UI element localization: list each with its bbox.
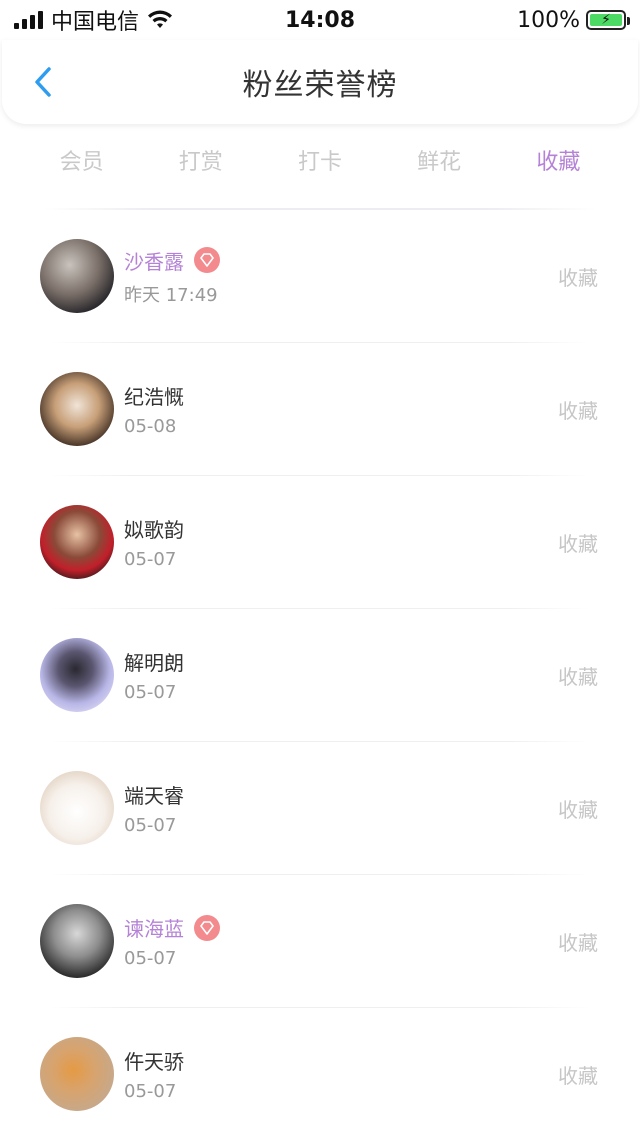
action-label: 收藏 xyxy=(558,265,598,290)
fan-name: 端天睿 xyxy=(124,784,184,808)
diamond-icon xyxy=(194,914,220,941)
tab-member[interactable]: 会员 xyxy=(32,144,132,176)
fan-date: 05-07 xyxy=(124,1081,177,1102)
charging-bolt-icon: ⚡ xyxy=(601,12,611,28)
fan-date: 05-07 xyxy=(124,682,177,703)
avatar xyxy=(40,505,114,579)
avatar xyxy=(40,1037,114,1111)
action-label: 收藏 xyxy=(558,1063,598,1088)
status-left: 中国电信 xyxy=(14,4,173,36)
fan-name: 仵天骄 xyxy=(124,1050,184,1074)
avatar xyxy=(40,239,114,313)
signal-icon xyxy=(14,11,43,29)
tab-tip[interactable]: 打赏 xyxy=(151,144,251,176)
fan-name: 解明朗 xyxy=(124,651,184,675)
action-label: 收藏 xyxy=(558,664,598,689)
status-bar: 中国电信 14:08 100% ⚡ xyxy=(0,0,640,40)
diamond-icon xyxy=(194,247,220,273)
page-title: 粉丝荣誉榜 xyxy=(242,68,398,103)
list-item[interactable]: 姒歌韵 05-07 收藏 xyxy=(0,476,640,608)
fan-date: 05-07 xyxy=(124,815,177,836)
battery-percent: 100% xyxy=(517,7,580,33)
avatar xyxy=(40,904,114,978)
fan-name: 纪浩慨 xyxy=(124,385,184,409)
action-label: 收藏 xyxy=(558,531,598,556)
avatar xyxy=(40,771,114,845)
tab-favorites[interactable]: 收藏 xyxy=(508,144,608,176)
nav-bar: 粉丝荣誉榜 xyxy=(2,40,638,124)
battery-icon: ⚡ xyxy=(586,10,630,30)
status-right: 100% ⚡ xyxy=(517,7,630,33)
action-label: 收藏 xyxy=(558,398,598,423)
avatar xyxy=(40,638,114,712)
fan-name: 沙香露 xyxy=(124,249,184,274)
list-item[interactable]: 解明朗 05-07 收藏 xyxy=(0,609,640,741)
action-label: 收藏 xyxy=(558,797,598,822)
tab-flowers[interactable]: 鲜花 xyxy=(389,144,489,176)
wifi-icon xyxy=(148,10,173,28)
list-item[interactable]: 沙香露 昨天 17:49 收藏 xyxy=(0,210,640,342)
clock: 14:08 xyxy=(284,7,356,33)
list-item[interactable]: 仵天骄 05-07 收藏 xyxy=(0,1008,640,1140)
fan-date: 昨天 17:49 xyxy=(124,284,218,306)
fan-name: 谏海蓝 xyxy=(124,917,184,941)
list-item[interactable]: 谏海蓝 05-07 收藏 xyxy=(0,875,640,1007)
list-item[interactable]: 端天睿 05-07 收藏 xyxy=(0,742,640,874)
list-item[interactable]: 纪浩慨 05-08 收藏 xyxy=(0,343,640,475)
fan-date: 05-07 xyxy=(124,549,177,570)
chevron-left-icon[interactable] xyxy=(28,62,58,102)
tab-bar: 会员 打赏 打卡 鲜花 收藏 xyxy=(0,124,640,196)
tab-checkin[interactable]: 打卡 xyxy=(270,144,370,176)
carrier-label: 中国电信 xyxy=(51,10,140,35)
fan-date: 05-07 xyxy=(124,948,177,969)
fan-list: 沙香露 昨天 17:49 收藏 纪浩慨 05-08 收藏 姒歌韵 05-07 收… xyxy=(0,210,640,1140)
fan-date: 05-08 xyxy=(124,416,177,437)
avatar xyxy=(40,372,114,446)
fan-name: 姒歌韵 xyxy=(124,518,184,542)
action-label: 收藏 xyxy=(558,930,598,955)
